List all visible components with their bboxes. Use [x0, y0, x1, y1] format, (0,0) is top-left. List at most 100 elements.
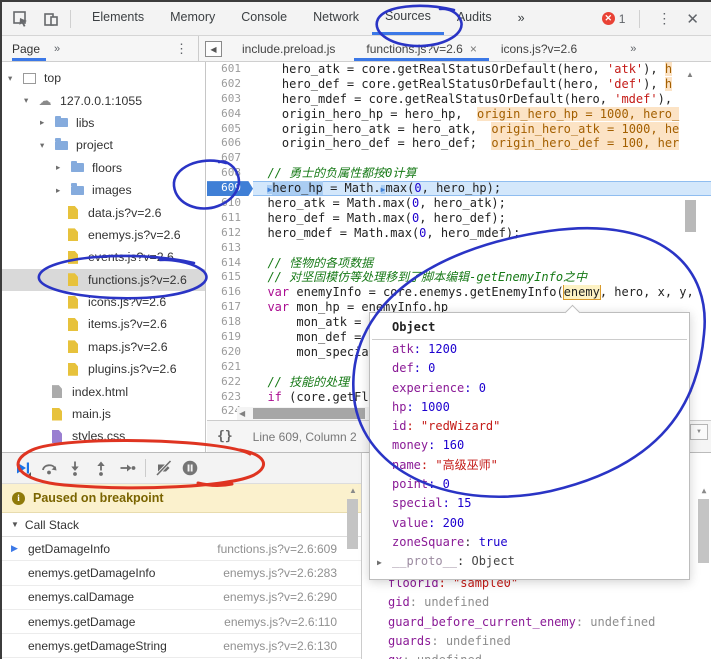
panel-tab[interactable]: Sources — [372, 2, 444, 35]
panel-corner-icon[interactable]: ▼ — [690, 424, 708, 440]
file-tab[interactable]: icons.js?v=2.6 — [489, 36, 596, 61]
line-number[interactable]: 609 — [207, 181, 253, 196]
tree-item[interactable]: ▾ top — [2, 67, 205, 89]
line-number[interactable]: 614 — [207, 256, 253, 271]
property-name: id — [392, 419, 406, 433]
tree-item[interactable]: maps.js?v=2.6 — [2, 336, 205, 358]
line-number[interactable]: 612 — [207, 226, 253, 241]
expand-icon[interactable]: ▶ — [377, 553, 382, 572]
panel-tab[interactable]: Memory — [157, 2, 228, 35]
close-tab-icon[interactable]: × — [470, 42, 477, 56]
tree-item[interactable]: index.html — [2, 380, 205, 402]
line-number[interactable]: 619 — [207, 330, 253, 345]
scroll-up-icon[interactable]: ▲ — [698, 486, 710, 495]
tree-item[interactable]: ▸ images — [2, 179, 205, 201]
line-number[interactable]: 611 — [207, 211, 253, 226]
tree-item[interactable]: ▸ libs — [2, 112, 205, 134]
call-stack-frame[interactable]: enemys.getDamageInfo enemys.js?v=2.6:283 — [2, 561, 361, 585]
call-stack-header[interactable]: ▼ Call Stack — [2, 513, 361, 537]
tree-item[interactable]: ▸ floors — [2, 157, 205, 179]
deactivate-breakpoints-button[interactable] — [151, 456, 177, 480]
pretty-print-icon[interactable]: {} — [217, 429, 233, 444]
scroll-left-icon[interactable]: ◀ — [239, 409, 245, 418]
line-number[interactable]: 610 — [207, 196, 253, 211]
scope-property[interactable]: guard_before_current_enemy: undefined — [362, 613, 691, 632]
tree-item[interactable]: ▾ 127.0.0.1:1055 — [2, 89, 205, 111]
tree-expand-icon[interactable]: ▸ — [56, 185, 69, 196]
line-number[interactable]: 617 — [207, 300, 253, 315]
tab-page[interactable]: Page — [12, 36, 46, 61]
line-number[interactable]: 605 — [207, 122, 253, 137]
line-number[interactable]: 607 — [207, 151, 253, 166]
vertical-scroll-thumb[interactable] — [685, 200, 696, 232]
scroll-up-icon[interactable]: ▲ — [686, 70, 694, 79]
tree-expand-icon[interactable]: ▾ — [8, 73, 21, 84]
tree-item[interactable]: functions.js?v=2.6 — [2, 269, 205, 291]
panel-tab[interactable]: Network — [300, 2, 372, 35]
property-name: experience — [392, 381, 464, 395]
scope-scrollbar[interactable]: ▲ — [698, 486, 710, 659]
line-number[interactable]: 620 — [207, 345, 253, 360]
file-tab[interactable]: functions.js?v=2.6 × — [354, 36, 488, 61]
scroll-up-icon[interactable]: ▲ — [347, 486, 359, 495]
inspect-icon[interactable] — [10, 8, 32, 30]
line-number[interactable]: 613 — [207, 241, 253, 256]
navigator-more-tabs-icon[interactable]: » — [54, 43, 60, 55]
tree-item[interactable]: styles.css — [2, 425, 205, 447]
navigator-menu-icon[interactable]: ⋮ — [175, 41, 188, 57]
line-number[interactable]: 621 — [207, 360, 253, 375]
more-file-tabs-icon[interactable]: » — [630, 36, 636, 61]
panel-tab[interactable]: Elements — [79, 2, 157, 35]
tree-item[interactable]: plugins.js?v=2.6 — [2, 358, 205, 380]
hide-navigator-icon[interactable]: ◀ — [205, 41, 222, 57]
tree-item[interactable]: events.js?v=2.6 — [2, 246, 205, 268]
call-stack-frame[interactable]: enemys.calDamage enemys.js?v=2.6:290 — [2, 586, 361, 610]
pause-on-exceptions-button[interactable] — [177, 456, 203, 480]
line-number[interactable]: 623 — [207, 390, 253, 405]
scope-property[interactable]: guards: undefined — [362, 632, 691, 651]
callstack-scrollbar[interactable]: ▲ — [347, 486, 359, 659]
line-number[interactable]: 615 — [207, 270, 253, 285]
tree-item[interactable]: items.js?v=2.6 — [2, 313, 205, 335]
tree-expand-icon[interactable]: ▸ — [56, 162, 69, 173]
popup-property-list: atk: 1200 def: 0 experience: 0 hp: 1000 — [370, 340, 689, 572]
line-number[interactable]: 608 — [207, 166, 253, 181]
line-number[interactable]: 616 — [207, 285, 253, 300]
step-button[interactable] — [114, 456, 140, 480]
file-tab[interactable]: include.preload.js — [230, 36, 354, 61]
tree-item[interactable]: icons.js?v=2.6 — [2, 291, 205, 313]
scroll-thumb[interactable] — [698, 499, 709, 563]
tree-item[interactable]: main.js — [2, 403, 205, 425]
line-number[interactable]: 606 — [207, 136, 253, 151]
resume-button[interactable] — [10, 456, 36, 480]
tree-item[interactable]: enemys.js?v=2.6 — [2, 224, 205, 246]
panel-tab[interactable]: Audits — [444, 2, 505, 35]
device-toolbar-icon[interactable] — [40, 8, 62, 30]
step-over-button[interactable] — [36, 456, 62, 480]
call-stack-frame[interactable]: enemys.getDamageString enemys.js?v=2.6:1… — [2, 634, 361, 658]
close-icon[interactable]: ✕ — [680, 10, 711, 28]
tree-expand-icon[interactable]: ▾ — [40, 140, 53, 151]
horizontal-scroll-thumb[interactable] — [253, 408, 365, 419]
step-out-button[interactable] — [88, 456, 114, 480]
tree-expand-icon[interactable]: ▾ — [24, 95, 37, 106]
scope-property[interactable]: gx: undefined — [362, 651, 691, 659]
step-into-button[interactable] — [62, 456, 88, 480]
scroll-thumb[interactable] — [347, 499, 358, 549]
panel-tab[interactable]: Console — [228, 2, 300, 35]
scope-property[interactable]: gid: undefined — [362, 593, 691, 612]
more-tabs-icon[interactable]: » — [505, 3, 538, 34]
tree-item[interactable]: ▾ project — [2, 134, 205, 156]
line-number[interactable]: 618 — [207, 315, 253, 330]
tree-expand-icon[interactable]: ▸ — [40, 117, 53, 128]
devtools-menu-icon[interactable]: ⋮ — [648, 10, 680, 27]
line-number[interactable]: 601 — [207, 62, 253, 77]
line-number[interactable]: 604 — [207, 107, 253, 122]
error-badge[interactable]: ✕ 1 — [602, 12, 626, 26]
line-number[interactable]: 603 — [207, 92, 253, 107]
call-stack-frame[interactable]: ▶ getDamageInfo functions.js?v=2.6:609 — [2, 537, 361, 561]
line-number[interactable]: 602 — [207, 77, 253, 92]
line-number[interactable]: 622 — [207, 375, 253, 390]
tree-item[interactable]: data.js?v=2.6 — [2, 201, 205, 223]
call-stack-frame[interactable]: enemys.getDamage enemys.js?v=2.6:110 — [2, 610, 361, 634]
